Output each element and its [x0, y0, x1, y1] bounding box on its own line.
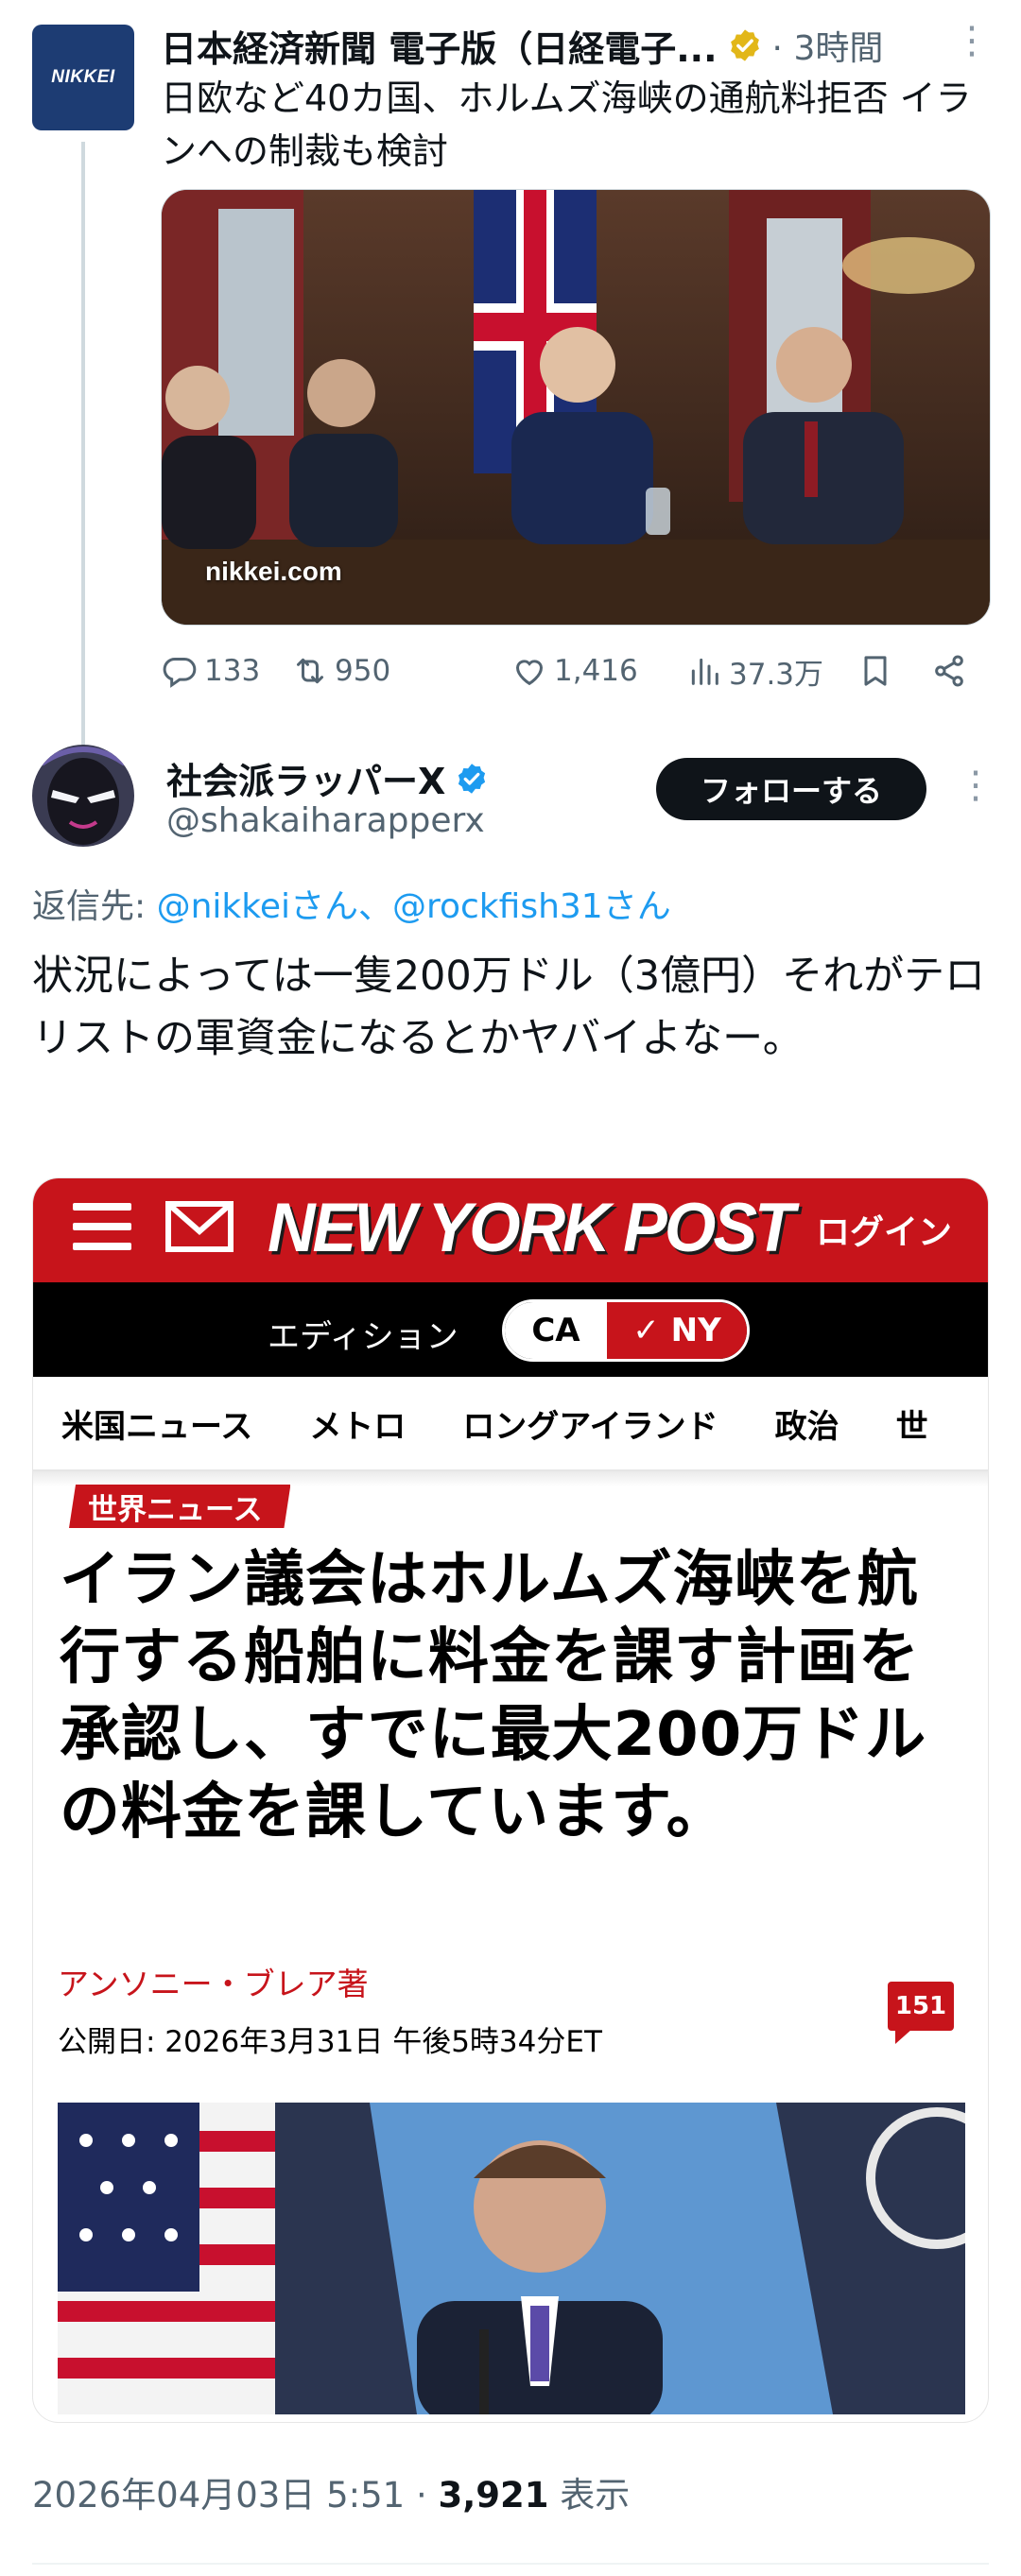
- follow-button[interactable]: フォローする: [656, 758, 926, 820]
- tweet-timestamp[interactable]: 2026年04月03日 5:51: [32, 2475, 405, 2516]
- retweet-count: 950: [335, 654, 391, 688]
- share-button[interactable]: [930, 652, 974, 690]
- thread-connector-line: [81, 142, 85, 747]
- article-author: アンソニー・ブレア著: [58, 1966, 369, 2002]
- reply-author-name: 社会派ラッパーX: [166, 761, 446, 802]
- like-count: 1,416: [554, 654, 638, 688]
- nav-item-world: 世: [895, 1400, 928, 1469]
- parent-author-name[interactable]: 日本経済新聞 電子版（日経電子...: [161, 20, 718, 72]
- views-button[interactable]: 37.3万: [685, 650, 823, 693]
- reply-icon: [163, 657, 197, 688]
- time-separator: ·: [771, 29, 794, 68]
- meta-separator: ·: [415, 2475, 427, 2516]
- parent-tweet-actions: 133 950 1,416 37.3万: [161, 643, 993, 699]
- edition-toggle: CA ✓ NY: [502, 1299, 750, 1362]
- article-headline: イラン議会はホルムズ海峡を航行する船舶に料金を課す計画を承認し、すでに最大200…: [60, 1545, 927, 1847]
- retweet-button[interactable]: 950: [291, 652, 390, 690]
- nav-item-politics: 政治: [774, 1407, 839, 1446]
- tweet-meta: 2026年04月03日 5:51 · 3,921 表示: [32, 2466, 630, 2517]
- reply-author-handle[interactable]: @shakaiharapperx: [166, 801, 485, 840]
- reply-count: 133: [204, 654, 261, 688]
- parent-tweet-text: 日欧など40カ国、ホルムズ海峡の通航料拒否 イランへの制裁も検討: [161, 77, 972, 172]
- briefing-photo: [58, 2103, 965, 2414]
- divider: [32, 2563, 989, 2565]
- nav-item-long-island: ロングアイランド: [462, 1407, 718, 1446]
- edition-ny-option: ✓ NY: [607, 1302, 747, 1359]
- nav-shadow: [33, 1471, 988, 1486]
- author-avatar[interactable]: [32, 745, 134, 847]
- reply-tweet-text: 状況によっては一隻200万ドル（3億円）それがテロリストの軍資金になるとかヤバイ…: [32, 953, 986, 1062]
- attached-article-screenshot[interactable]: NEW YORK POST ログイン エディション CA ✓ NY 米国ニュース…: [32, 1177, 989, 2423]
- reply-to-label: 返信先:: [32, 887, 147, 926]
- nikkei-avatar[interactable]: NIKKEI: [32, 25, 134, 130]
- parent-tweet-image[interactable]: nikkei.com: [161, 189, 991, 626]
- nypost-nav: 米国ニュース メトロ ロングアイランド 政治 世: [33, 1377, 988, 1471]
- reply-to-mentions[interactable]: @nikkeiさん、@rockfish31さん: [157, 887, 671, 926]
- nypost-masthead: NEW YORK POST ログイン: [33, 1178, 988, 1282]
- article-published-date: 公開日: 2026年3月31日 午後5時34分ET: [58, 2025, 602, 2059]
- share-icon: [935, 655, 963, 687]
- like-button[interactable]: 1,416: [510, 652, 638, 690]
- section-tag: 世界ニュース: [69, 1485, 291, 1528]
- verified-badge-icon: [459, 763, 486, 794]
- edition-ca-option: CA: [505, 1302, 607, 1359]
- heart-icon: [515, 660, 544, 686]
- comment-count-badge: 151: [888, 1982, 954, 2044]
- nypost-logo: NEW YORK POST: [268, 1189, 795, 1266]
- edition-label: エディション: [268, 1318, 459, 1356]
- reply-author-name-row[interactable]: 社会派ラッパーX: [166, 752, 489, 804]
- bookmark-button[interactable]: [857, 652, 900, 690]
- article-photo: [58, 2103, 965, 2414]
- masked-face-avatar-image: [32, 745, 134, 847]
- retweet-icon: [297, 658, 323, 684]
- login-link: ログイン: [815, 1213, 952, 1252]
- tweet-view-count: 3,921: [438, 2475, 549, 2516]
- parent-tweet-time[interactable]: 3時間: [793, 29, 883, 68]
- hamburger-menu-icon: [73, 1203, 131, 1250]
- parent-tweet-header: 日本経済新聞 電子版（日経電子... · 3時間 ⋮: [161, 19, 993, 72]
- nav-item-metro: メトロ: [309, 1407, 407, 1446]
- reply-button[interactable]: 133: [161, 652, 260, 690]
- avatar-logo-text: NIKKEI: [51, 67, 115, 87]
- bookmark-icon: [864, 656, 887, 686]
- reply-to-line: 返信先: @nikkeiさん、@rockfish31さん: [32, 879, 671, 928]
- views-chart-icon: [691, 658, 718, 685]
- tweet-view-label: 表示: [560, 2475, 631, 2516]
- more-options-icon[interactable]: ⋮: [957, 764, 995, 807]
- mail-icon: [165, 1201, 234, 1252]
- more-options-icon[interactable]: ⋮: [953, 19, 991, 62]
- view-count: 37.3万: [729, 657, 824, 692]
- edition-bar: エディション CA ✓ NY: [33, 1282, 988, 1377]
- image-source-caption: nikkei.com: [205, 557, 342, 586]
- verified-org-badge-icon: [730, 29, 759, 61]
- nav-item-us-news: 米国ニュース: [61, 1407, 253, 1446]
